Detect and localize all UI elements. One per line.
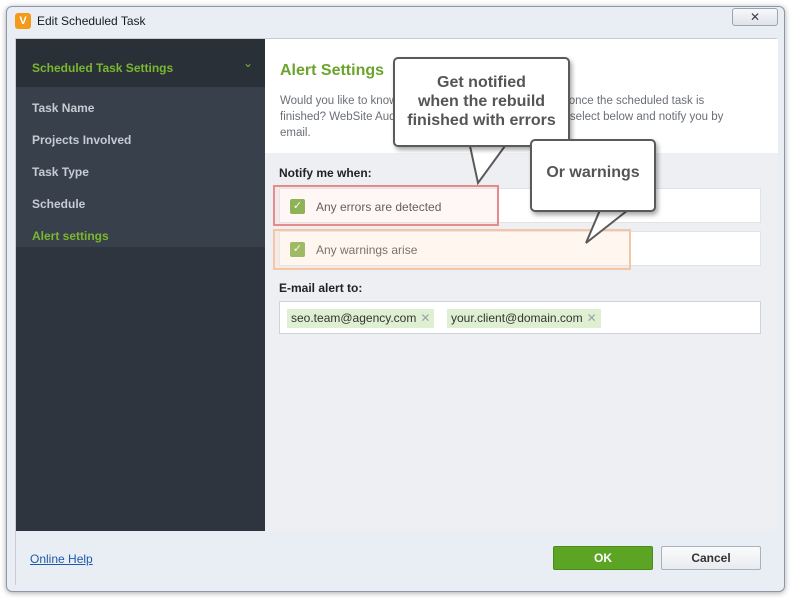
- dialog-footer: Online Help OK Cancel: [16, 531, 778, 586]
- cancel-button[interactable]: Cancel: [661, 546, 761, 570]
- window-title: Edit Scheduled Task: [37, 14, 146, 28]
- sidebar-item-schedule[interactable]: Schedule: [16, 188, 265, 220]
- errors-callout-line-1: Get notified: [437, 74, 526, 91]
- app-logo-icon: V: [15, 13, 31, 29]
- errors-callout: Get notified when the rebuild finished w…: [393, 57, 570, 147]
- close-button[interactable]: ✕: [732, 8, 778, 26]
- sidebar-nav: Task Name Projects Involved Task Type Sc…: [16, 92, 265, 252]
- errors-callout-line-2: when the rebuild: [417, 93, 546, 110]
- sidebar-empty-area: [16, 247, 265, 531]
- email-tag-text: seo.team@agency.com: [291, 311, 417, 325]
- email-tag: your.client@domain.com ✕: [447, 309, 601, 328]
- errors-highlight: [273, 185, 499, 226]
- sidebar: Scheduled Task Settings ⌄ Task Name Proj…: [16, 39, 265, 531]
- notify-label: Notify me when:: [279, 166, 372, 180]
- title-bar[interactable]: V Edit Scheduled Task ✕: [7, 7, 784, 37]
- email-recipients-input[interactable]: seo.team@agency.com ✕ your.client@domain.…: [279, 301, 761, 334]
- warnings-callout: Or warnings: [530, 139, 656, 212]
- errors-callout-line-3: finished with errors: [407, 112, 556, 129]
- sidebar-item-task-name[interactable]: Task Name: [16, 92, 265, 124]
- ok-button[interactable]: OK: [553, 546, 653, 570]
- warnings-highlight: [273, 229, 631, 270]
- remove-tag-icon[interactable]: ✕: [420, 311, 430, 325]
- sidebar-item-task-type[interactable]: Task Type: [16, 156, 265, 188]
- online-help-link[interactable]: Online Help: [30, 552, 93, 566]
- sidebar-item-projects-involved[interactable]: Projects Involved: [16, 124, 265, 156]
- sidebar-header-label: Scheduled Task Settings: [32, 61, 174, 75]
- description-text-4: select below and notify you by: [569, 111, 724, 123]
- chevron-down-icon: ⌄: [242, 56, 253, 70]
- email-label: E-mail alert to:: [279, 281, 363, 295]
- email-tag-text: your.client@domain.com: [451, 311, 583, 325]
- description-text-3: finished? WebSite Aud: [280, 111, 396, 123]
- description-text-5: email.: [280, 127, 311, 139]
- email-tag: seo.team@agency.com ✕: [287, 309, 435, 328]
- sidebar-header[interactable]: Scheduled Task Settings ⌄: [16, 39, 265, 87]
- description-text-1: Would you like to know: [280, 95, 398, 107]
- warnings-callout-text: Or warnings: [546, 164, 640, 181]
- remove-tag-icon[interactable]: ✕: [587, 311, 597, 325]
- page-title: Alert Settings: [280, 62, 385, 79]
